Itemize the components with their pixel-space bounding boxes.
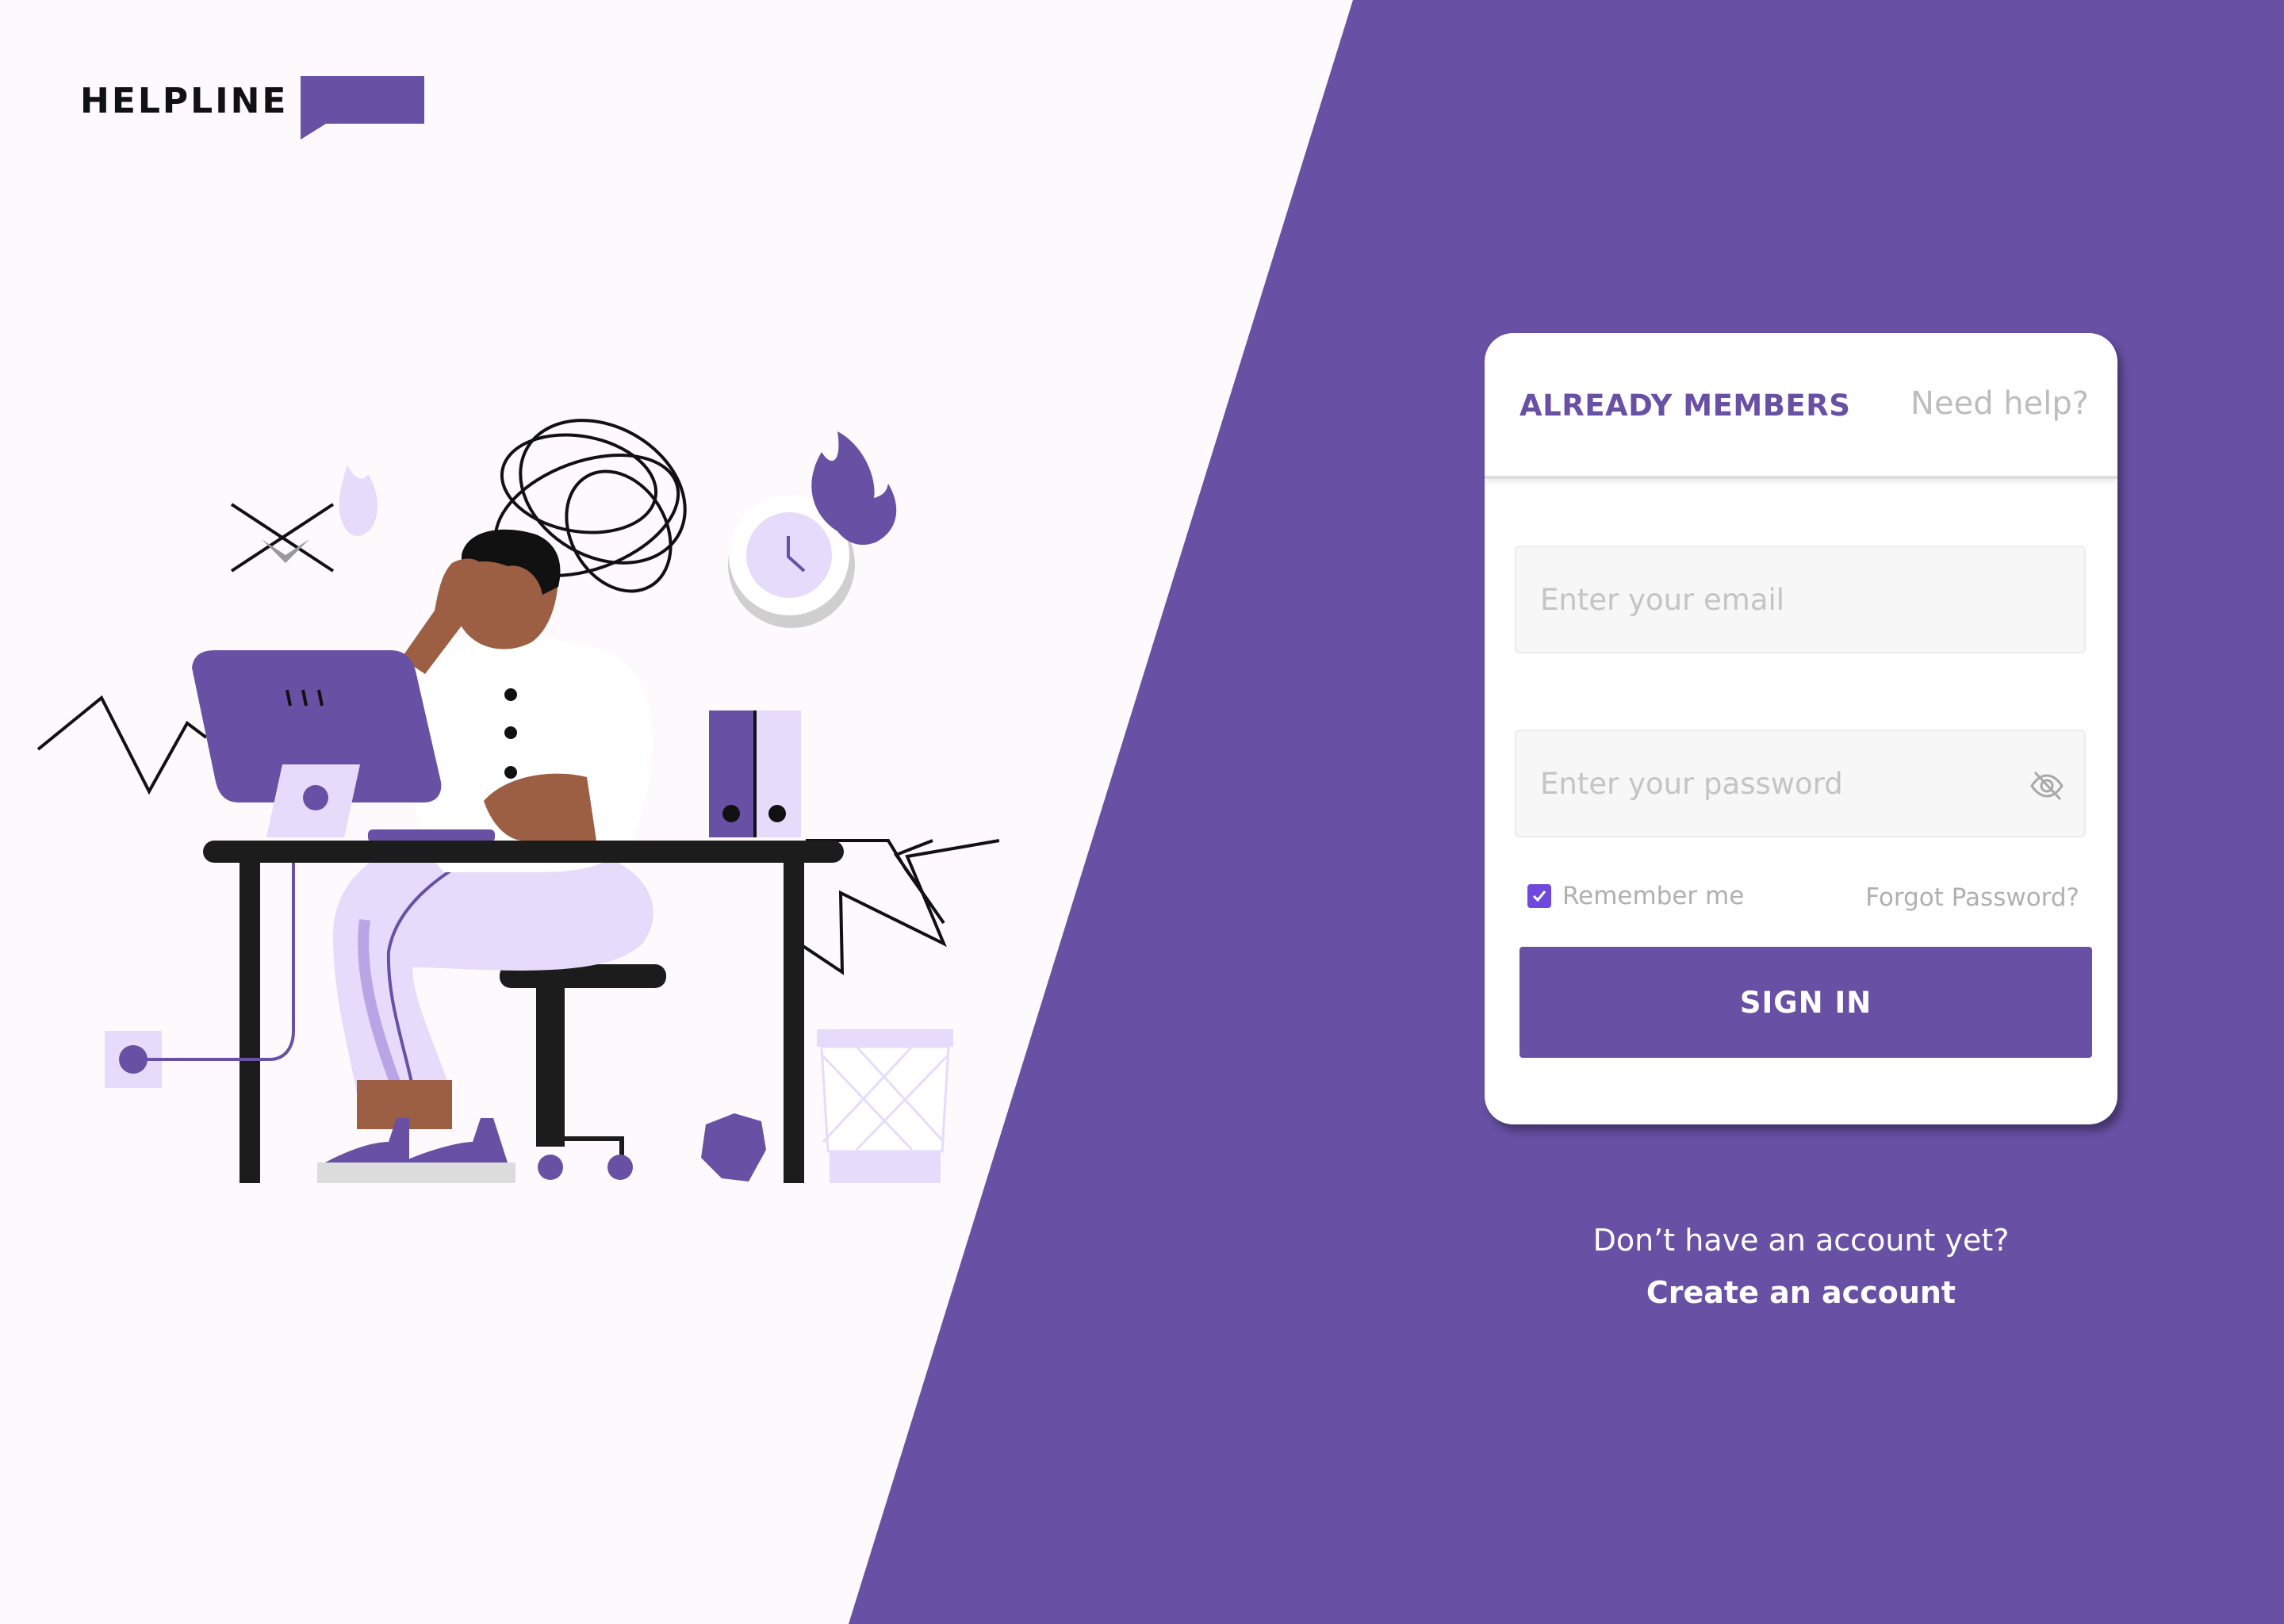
password-field — [1515, 730, 2086, 837]
envelope-icon — [230, 503, 335, 573]
tab-need-help[interactable]: Need help? — [1910, 385, 2089, 422]
tab-already-members[interactable]: ALREADY MEMBERS — [1519, 389, 1850, 423]
password-input[interactable] — [1540, 731, 2032, 836]
eye-off-icon[interactable] — [2029, 768, 2065, 804]
signup-prompt: Don’t have an account yet? — [1592, 1223, 2010, 1258]
remember-checkbox[interactable] — [1527, 884, 1551, 908]
brand-logo: HELPLINE — [80, 81, 289, 121]
remember-label: Remember me — [1562, 882, 1745, 910]
email-input[interactable] — [1540, 547, 2032, 652]
checkmark-icon — [1532, 891, 1546, 902]
remember-me[interactable]: Remember me — [1527, 882, 1744, 910]
login-card: ALREADY MEMBERS Need help? Remember me F… — [1485, 333, 2117, 1124]
card-header: ALREADY MEMBERS Need help? — [1485, 333, 2117, 479]
stressed-worker-illustration — [36, 419, 1000, 1183]
sign-in-button[interactable]: SIGN IN — [1519, 947, 2092, 1058]
chat-bubble-icon — [301, 76, 424, 140]
email-field — [1515, 546, 2086, 653]
forgot-password-link[interactable]: Forgot Password? — [1865, 883, 2079, 912]
create-account-link[interactable]: Create an account — [1485, 1275, 2117, 1310]
